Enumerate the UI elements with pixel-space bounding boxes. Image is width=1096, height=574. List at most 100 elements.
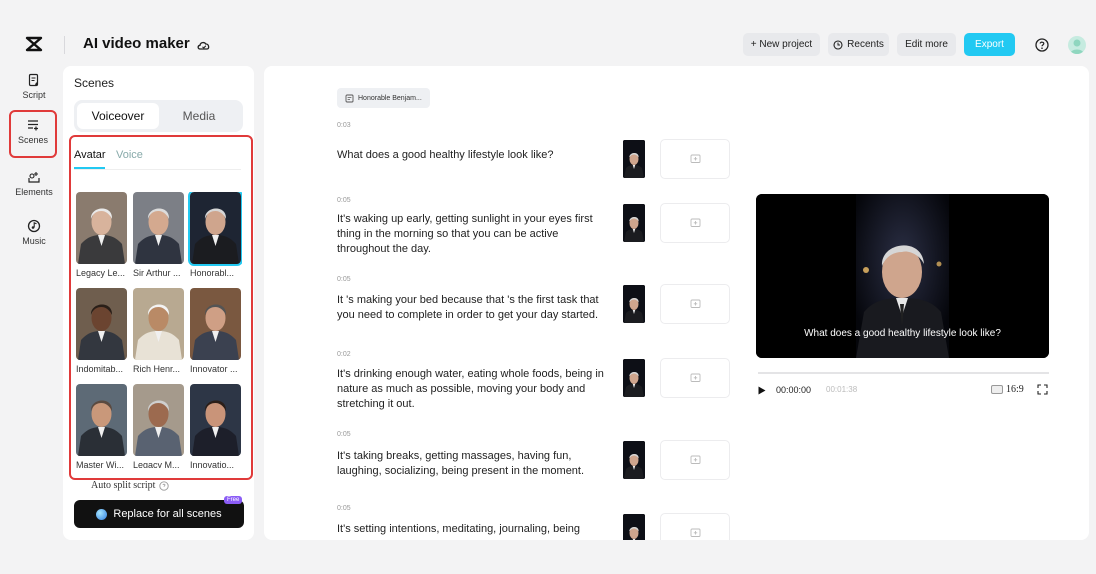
rail-label-scenes: Scenes	[17, 135, 49, 145]
aspect-ratio-button[interactable]: 16:9	[991, 384, 1024, 395]
avatar-card[interactable]: Innovatio...	[190, 384, 241, 468]
scene-script-text[interactable]: What does a good healthy lifestyle look …	[337, 148, 609, 163]
scenes-panel: Scenes Voiceover Media Avatar Voice Lega…	[63, 66, 254, 540]
recents-button[interactable]: Recents	[828, 33, 889, 56]
auto-split-label: Auto split script	[91, 480, 156, 491]
replace-orb-icon	[96, 508, 108, 520]
add-media-icon	[690, 154, 700, 163]
speaker-name: Honorable Benjam...	[358, 94, 422, 102]
add-media-icon	[690, 218, 700, 227]
main-panel: Honorable Benjam... 0:03 What does a good…	[264, 66, 1089, 540]
avatar-name: Honorabl...	[190, 268, 235, 278]
scene-script-text[interactable]: It's waking up early, getting sunlight i…	[337, 212, 609, 257]
scene-script-text[interactable]: It 's making your bed because that 's th…	[337, 293, 609, 323]
tab-voice[interactable]: Voice	[116, 149, 143, 161]
rail-item-script[interactable]: Script	[10, 73, 58, 115]
new-project-button[interactable]: + New project	[743, 33, 820, 56]
tab-avatar[interactable]: Avatar	[74, 149, 106, 161]
avatar-name: Sir Arthur ...	[133, 268, 181, 278]
current-time: 00:00:00	[776, 385, 812, 395]
rail-label-elements: Elements	[15, 187, 53, 197]
scene-avatar-thumbnail[interactable]	[623, 204, 645, 242]
avatar-name: Legacy M...	[133, 460, 180, 468]
scene-avatar-thumbnail[interactable]	[623, 359, 645, 397]
scene-row[interactable]: 0:05 It's waking up early, getting sunlig…	[337, 197, 737, 255]
avatar-card[interactable]: Master Wi...	[76, 384, 127, 468]
header-divider	[64, 36, 65, 54]
avatar-thumbnail	[76, 288, 127, 360]
rail-item-music[interactable]: Music	[10, 219, 58, 261]
scene-row[interactable]: 0:03 What does a good healthy lifestyle l…	[337, 122, 737, 179]
scene-duration: 0:02	[337, 351, 351, 358]
user-avatar[interactable]	[1068, 36, 1086, 54]
avatar-card[interactable]: Legacy Le...	[76, 192, 127, 278]
scene-script-text[interactable]: It's taking breaks, getting massages, ha…	[337, 449, 609, 479]
recents-label: Recents	[847, 39, 884, 50]
edit-more-button[interactable]: Edit more	[897, 33, 956, 56]
rail-item-scenes[interactable]: Scenes	[9, 110, 57, 158]
playback-controls: 00:00:00 00:01:38 16:9	[758, 384, 1049, 398]
add-media-slot[interactable]	[660, 358, 730, 398]
avatar-name: Innovator ...	[190, 364, 238, 374]
add-media-slot[interactable]	[660, 513, 730, 540]
scene-avatar-thumbnail[interactable]	[623, 285, 645, 323]
scene-row[interactable]: 0:02 It's drinking enough water, eating w…	[337, 351, 737, 410]
auto-split-script[interactable]: Auto split script	[91, 480, 170, 491]
scene-script-text[interactable]: It's drinking enough water, eating whole…	[337, 367, 609, 412]
cloud-sync-icon[interactable]	[196, 37, 212, 53]
rail-label-script: Script	[22, 90, 46, 100]
add-media-slot[interactable]	[660, 203, 730, 243]
avatar-card[interactable]: Honorabl...	[188, 192, 242, 278]
avatar-card[interactable]: Legacy M...	[133, 384, 184, 468]
add-media-slot[interactable]	[660, 139, 730, 179]
avatar-card[interactable]: Rich Henr...	[133, 288, 184, 374]
user-icon	[1070, 39, 1084, 54]
app-title: AI video maker	[83, 35, 190, 52]
play-icon[interactable]	[758, 386, 766, 395]
playback-progress[interactable]	[758, 372, 1049, 374]
replace-for-all-scenes-button[interactable]: Replace for all scenes	[74, 500, 244, 528]
avatar-thumbnail	[133, 384, 184, 456]
avatar-name: Indomitab...	[76, 364, 124, 374]
tab-voiceover[interactable]: Voiceover	[77, 103, 159, 129]
avatar-thumbnail	[133, 288, 184, 360]
aspect-ratio-icon	[991, 385, 1003, 394]
scene-duration: 0:05	[337, 431, 351, 438]
scene-avatar-thumbnail[interactable]	[623, 514, 645, 540]
avatar-thumbnail	[76, 192, 127, 264]
scene-row[interactable]: 0:05 It's setting intentions, meditating,…	[337, 505, 737, 540]
rail-item-elements[interactable]: Elements	[10, 170, 58, 212]
clock-icon	[833, 39, 843, 50]
scene-row[interactable]: 0:05 It's taking breaks, getting massages…	[337, 431, 737, 480]
scene-duration: 0:05	[337, 505, 351, 512]
tab-media[interactable]: Media	[158, 103, 240, 129]
capcut-logo-icon[interactable]	[24, 34, 44, 54]
voiceover-media-switch: Voiceover Media	[74, 100, 243, 132]
free-badge: Free	[224, 496, 243, 504]
avatar-card[interactable]: Sir Arthur ...	[133, 192, 184, 278]
video-preview[interactable]: What does a good healthy lifestyle look …	[756, 194, 1049, 358]
add-media-slot[interactable]	[660, 284, 730, 324]
speaker-chip[interactable]: Honorable Benjam...	[337, 88, 430, 108]
export-button[interactable]: Export	[964, 33, 1015, 56]
avatar-card[interactable]: Innovator ...	[190, 288, 241, 374]
scene-row[interactable]: 0:05 It 's making your bed because that '…	[337, 276, 737, 324]
sub-tab-rule	[74, 169, 241, 170]
add-media-icon	[690, 528, 700, 537]
avatar-name: Master Wi...	[76, 460, 125, 468]
avatar-name: Innovatio...	[190, 460, 235, 468]
script-icon	[28, 73, 39, 87]
fullscreen-icon[interactable]	[1037, 384, 1048, 395]
scene-duration: 0:05	[337, 276, 351, 283]
avatar-thumbnail	[190, 288, 241, 360]
help-icon[interactable]	[1035, 38, 1049, 52]
info-icon[interactable]	[159, 480, 170, 491]
avatar-card[interactable]: Indomitab...	[76, 288, 127, 374]
scene-avatar-thumbnail[interactable]	[623, 140, 645, 178]
scene-avatar-thumbnail[interactable]	[623, 441, 645, 479]
add-media-slot[interactable]	[660, 440, 730, 480]
add-media-icon	[690, 455, 700, 464]
scene-script-text[interactable]: It's setting intentions, meditating, jou…	[337, 522, 609, 537]
elements-icon	[28, 172, 40, 183]
top-bar: AI video maker + New project Recents Edi…	[0, 26, 1096, 64]
